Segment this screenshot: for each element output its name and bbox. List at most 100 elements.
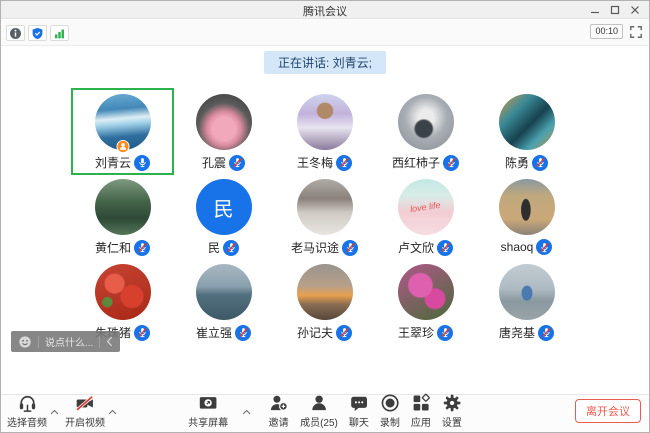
mic-muted-icon: [538, 325, 554, 341]
smiley-icon[interactable]: [18, 335, 32, 349]
participant-tile[interactable]: love life 卢文欣: [375, 174, 476, 259]
mic-muted-icon: [437, 325, 453, 341]
participant-name: 黄仁和: [95, 239, 131, 256]
start-video-options-caret-icon[interactable]: [108, 409, 117, 415]
tool-label: 邀请: [269, 414, 289, 429]
avatar: [297, 264, 353, 320]
close-button[interactable]: [625, 1, 645, 19]
apps-button[interactable]: 应用: [411, 393, 431, 429]
status-icons: [6, 25, 69, 41]
maximize-button[interactable]: [605, 1, 625, 19]
participant-tile[interactable]: 民民: [173, 174, 274, 259]
participant-tile[interactable]: 刘青云: [72, 89, 173, 174]
participant-name: 王冬梅: [297, 154, 333, 171]
settings-button[interactable]: 设置: [442, 393, 462, 429]
mic-muted-icon: [532, 155, 548, 171]
chevron-left-icon[interactable]: [106, 336, 113, 347]
mic-muted-icon: [443, 155, 459, 171]
tool-label: 开启视频: [65, 414, 105, 429]
window-title: 腾讯会议: [303, 3, 347, 19]
record-button[interactable]: 录制: [380, 393, 400, 429]
avatar: love life: [398, 179, 454, 235]
network-signal-icon: [53, 27, 66, 40]
mic-muted-icon: [229, 155, 245, 171]
start-video-button[interactable]: 开启视频: [65, 393, 105, 429]
titlebar: 腾讯会议: [1, 1, 649, 19]
mic-muted-icon: [536, 239, 552, 255]
share-screen-options-caret-icon[interactable]: [242, 409, 251, 415]
chat-icon: [349, 393, 369, 413]
toolbar-left-group: 选择音频 开启视频: [7, 393, 123, 429]
tool-label: 聊天: [349, 414, 369, 429]
network-signal-icon-button[interactable]: [50, 25, 69, 41]
members-icon: [309, 393, 329, 413]
avatar: [499, 179, 555, 235]
avatar-text: love life: [410, 200, 442, 214]
chat-input-placeholder[interactable]: 说点什么...: [45, 334, 93, 349]
mic-muted-icon: [134, 325, 150, 341]
tool-label: 共享屏幕: [188, 414, 228, 429]
tool-label: 设置: [442, 414, 462, 429]
close-icon: [630, 5, 640, 15]
participant-tile[interactable]: 王翠珍: [375, 259, 476, 344]
tool-label: 成员(25): [300, 414, 338, 429]
participant-grid: 刘青云孔震王冬梅西红柿子陈勇黄仁和民民老马识途love life卢文欣shaoq…: [72, 89, 577, 344]
share-screen-button[interactable]: 共享屏幕: [188, 393, 228, 429]
participant-tile[interactable]: 陈勇: [476, 89, 577, 174]
participant-tile[interactable]: shaoq: [476, 174, 577, 259]
chat-button[interactable]: 聊天: [349, 393, 369, 429]
avatar-initial: 民: [214, 193, 234, 222]
meeting-statusbar: 00:10: [1, 20, 649, 46]
invite-icon: [268, 393, 289, 413]
maximize-icon: [610, 5, 620, 15]
avatar: [297, 94, 353, 150]
minimize-button[interactable]: [585, 1, 605, 19]
participant-tile[interactable]: 唐尧基: [476, 259, 577, 344]
info-icon-button[interactable]: [6, 25, 25, 41]
tool-label: 录制: [380, 414, 400, 429]
mic-muted-icon: [134, 240, 150, 256]
apps-icon: [411, 393, 431, 413]
chat-quick-bubble[interactable]: 说点什么...: [11, 331, 120, 352]
select-audio-options-caret-icon[interactable]: [50, 409, 59, 415]
participant-name: shaoq: [501, 240, 534, 254]
mic-muted-icon: [437, 240, 453, 256]
participant-tile[interactable]: 老马识途: [274, 174, 375, 259]
mic-muted-icon: [235, 325, 251, 341]
divider: [38, 336, 39, 348]
invite-button[interactable]: 邀请: [268, 393, 289, 429]
leave-meeting-button[interactable]: 离开会议: [575, 399, 641, 423]
members-button[interactable]: 成员(25): [300, 393, 338, 429]
participant-tile[interactable]: 孔震: [173, 89, 274, 174]
window-controls: [585, 1, 645, 19]
participant-tile[interactable]: 黄仁和: [72, 174, 173, 259]
meeting-timer: 00:10: [590, 24, 623, 39]
info-icon: [9, 27, 22, 40]
speaking-banner: 正在讲话: 刘青云;: [264, 51, 386, 74]
mic-muted-icon: [342, 240, 358, 256]
avatar: [196, 264, 252, 320]
headset-icon: [17, 393, 38, 413]
shield-icon-button[interactable]: [28, 25, 47, 41]
minimize-icon: [590, 5, 600, 15]
participant-name: 孔震: [202, 154, 226, 171]
host-badge-icon: [116, 140, 129, 153]
tool-label: 选择音频: [7, 414, 47, 429]
share-screen-icon: [197, 393, 219, 413]
participant-name: 陈勇: [505, 154, 529, 171]
avatar: [95, 264, 151, 320]
participant-name: 崔立强: [196, 324, 232, 341]
toolbar-center-group: 共享屏幕 邀请成员(25) 聊天录制应用设置: [188, 393, 462, 429]
participant-tile[interactable]: 西红柿子: [375, 89, 476, 174]
participant-tile[interactable]: 王冬梅: [274, 89, 375, 174]
participant-name: 卢文欣: [398, 239, 434, 256]
mic-muted-icon: [223, 240, 239, 256]
mic-muted-icon: [336, 325, 352, 341]
tool-label: 应用: [411, 414, 431, 429]
participant-tile[interactable]: 孙记夫: [274, 259, 375, 344]
fullscreen-icon[interactable]: [629, 25, 643, 39]
participant-name: 民: [208, 239, 220, 256]
select-audio-button[interactable]: 选择音频: [7, 393, 47, 429]
participant-tile[interactable]: 崔立强: [173, 259, 274, 344]
avatar: [196, 94, 252, 150]
